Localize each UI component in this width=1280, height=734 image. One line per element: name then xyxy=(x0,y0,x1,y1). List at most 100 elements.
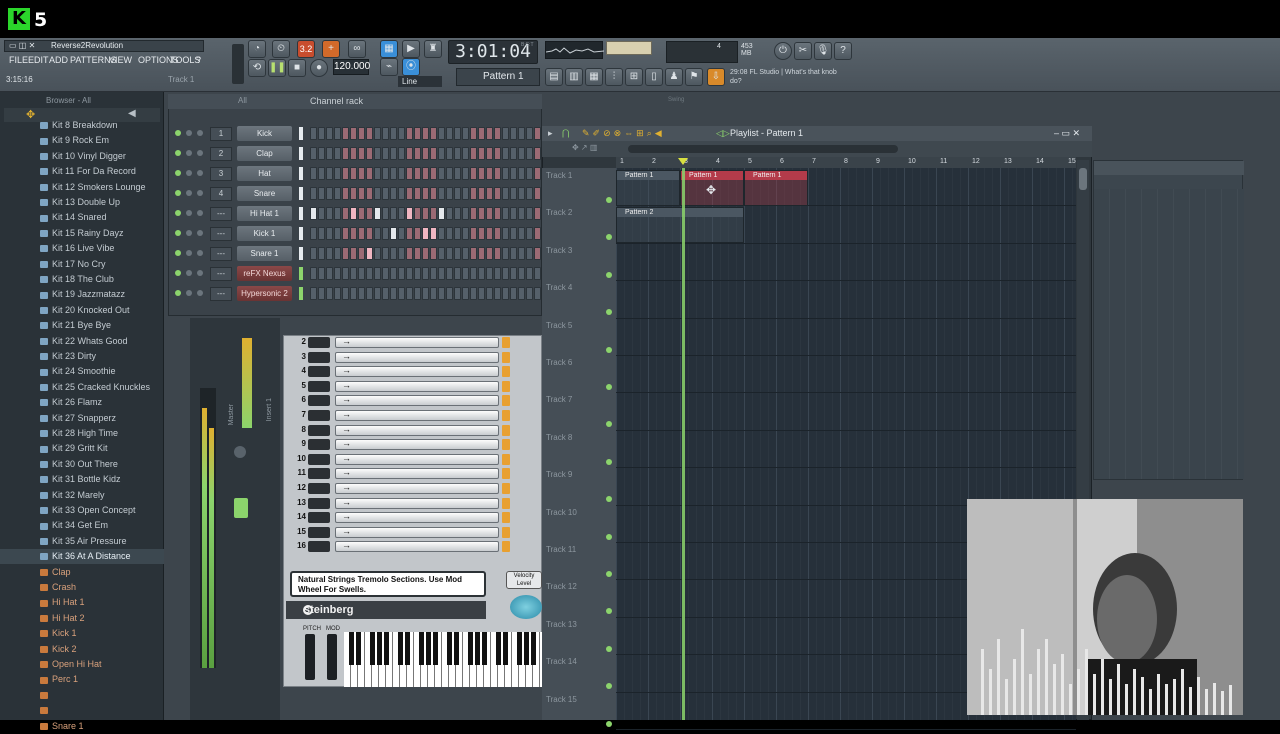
browser-item[interactable]: Kit 19 Jazzmatazz xyxy=(0,287,164,302)
step-button[interactable] xyxy=(398,127,405,140)
step-button[interactable] xyxy=(414,267,421,280)
channel-select-indicator[interactable] xyxy=(299,287,303,300)
stop-button[interactable]: ■ xyxy=(288,59,306,77)
step-button[interactable] xyxy=(350,267,357,280)
menu-item-2[interactable]: ADD xyxy=(49,55,68,65)
tempo-display[interactable]: 120.000 xyxy=(333,59,370,75)
browser-item[interactable]: Kit 26 Flamz xyxy=(0,395,164,410)
step-button[interactable] xyxy=(430,287,437,300)
step-button[interactable] xyxy=(438,247,445,260)
track-enable-led[interactable] xyxy=(606,458,612,465)
step-button[interactable] xyxy=(310,247,317,260)
step-button[interactable] xyxy=(430,207,437,220)
step-button[interactable] xyxy=(342,287,349,300)
track-label[interactable]: Track 13 xyxy=(546,620,577,629)
step-button[interactable] xyxy=(470,147,477,160)
step-button[interactable] xyxy=(454,227,461,240)
step-button[interactable] xyxy=(334,147,341,160)
step-button[interactable] xyxy=(390,227,397,240)
step-button[interactable] xyxy=(494,167,501,180)
step-button[interactable] xyxy=(326,127,333,140)
menu-item-1[interactable]: EDIT xyxy=(28,55,49,65)
step-button[interactable] xyxy=(534,207,541,220)
browser-icon[interactable]: ⊞ xyxy=(625,68,643,86)
channel-volume-knob[interactable] xyxy=(197,150,203,156)
step-button[interactable] xyxy=(414,187,421,200)
channel-filter[interactable]: All xyxy=(238,96,247,105)
slot-midi-knob[interactable] xyxy=(308,483,330,494)
step-button[interactable] xyxy=(478,227,485,240)
channel-select-indicator[interactable] xyxy=(299,167,303,180)
tools-icon[interactable]: ✂ xyxy=(794,42,812,60)
step-button[interactable] xyxy=(518,267,525,280)
step-button[interactable] xyxy=(510,267,517,280)
step-button[interactable] xyxy=(398,267,405,280)
black-key[interactable] xyxy=(398,632,403,665)
step-button[interactable] xyxy=(510,147,517,160)
step-button[interactable] xyxy=(382,167,389,180)
window-controls[interactable]: ▭ ◫ ✕ xyxy=(9,41,35,50)
track-label[interactable]: Track 11 xyxy=(546,545,576,554)
channel-mute-led[interactable] xyxy=(175,170,181,176)
step-button[interactable] xyxy=(502,227,509,240)
slot-midi-knob[interactable] xyxy=(308,351,330,363)
step-button[interactable] xyxy=(534,127,541,140)
touch-controller-icon[interactable]: ⚑ xyxy=(685,68,703,86)
step-button[interactable] xyxy=(358,147,365,160)
browser-item[interactable]: Kit 9 Rock Em xyxy=(0,133,164,148)
step-button[interactable] xyxy=(310,287,317,300)
channel-mixer-track[interactable]: 4 xyxy=(210,187,232,201)
browser-item[interactable]: Kit 28 High Time xyxy=(0,426,164,441)
mod-wheel[interactable] xyxy=(327,634,337,680)
step-button[interactable] xyxy=(374,147,381,160)
step-button[interactable] xyxy=(526,267,533,280)
step-button[interactable] xyxy=(446,147,453,160)
browser-item[interactable]: Kit 35 Air Pressure xyxy=(0,534,164,549)
step-button[interactable] xyxy=(478,247,485,260)
slot-midi-knob[interactable] xyxy=(308,380,330,392)
channel-select-indicator[interactable] xyxy=(299,187,303,200)
step-button[interactable] xyxy=(494,227,501,240)
track-enable-led[interactable] xyxy=(606,571,612,577)
browser-item[interactable] xyxy=(0,688,164,703)
step-button[interactable] xyxy=(526,147,533,160)
piano-keyboard[interactable] xyxy=(344,632,542,687)
step-button[interactable] xyxy=(430,227,437,240)
pitch-wheel[interactable] xyxy=(305,634,315,680)
step-button[interactable] xyxy=(390,267,397,280)
black-key[interactable] xyxy=(475,632,480,665)
pause-button[interactable]: ❚❚ xyxy=(268,59,286,77)
slot-load-button[interactable] xyxy=(502,512,510,524)
step-button[interactable] xyxy=(486,127,493,140)
track-label[interactable]: Track 12 xyxy=(546,582,577,591)
step-button[interactable] xyxy=(510,247,517,260)
channel-volume-knob[interactable] xyxy=(197,250,203,256)
step-button[interactable] xyxy=(510,167,517,180)
step-button[interactable] xyxy=(470,287,477,300)
step-button[interactable] xyxy=(382,287,389,300)
step-button[interactable] xyxy=(358,207,365,220)
slot-load-button[interactable] xyxy=(502,439,510,451)
step-button[interactable] xyxy=(438,187,445,200)
slot-preset-field[interactable]: → xyxy=(335,438,499,451)
step-button[interactable] xyxy=(310,147,317,160)
step-button[interactable] xyxy=(310,187,317,200)
step-button[interactable] xyxy=(358,267,365,280)
step-button[interactable] xyxy=(486,147,493,160)
step-button[interactable] xyxy=(358,127,365,140)
plugin-picker-icon[interactable]: ♟ xyxy=(665,68,683,86)
step-button[interactable] xyxy=(462,267,469,280)
step-button[interactable] xyxy=(526,227,533,240)
step-button[interactable] xyxy=(502,207,509,220)
slot-midi-knob[interactable] xyxy=(308,512,330,524)
step-button[interactable] xyxy=(366,287,373,300)
slot-preset-field[interactable]: → xyxy=(335,540,499,553)
step-button[interactable] xyxy=(462,127,469,140)
step-button[interactable] xyxy=(462,287,469,300)
channel-select-indicator[interactable] xyxy=(299,247,303,260)
step-button[interactable] xyxy=(310,267,317,280)
step-button[interactable] xyxy=(414,127,421,140)
wait-input-icon[interactable]: ⏲ xyxy=(272,40,290,58)
step-button[interactable] xyxy=(438,207,445,220)
step-button[interactable] xyxy=(414,167,421,180)
